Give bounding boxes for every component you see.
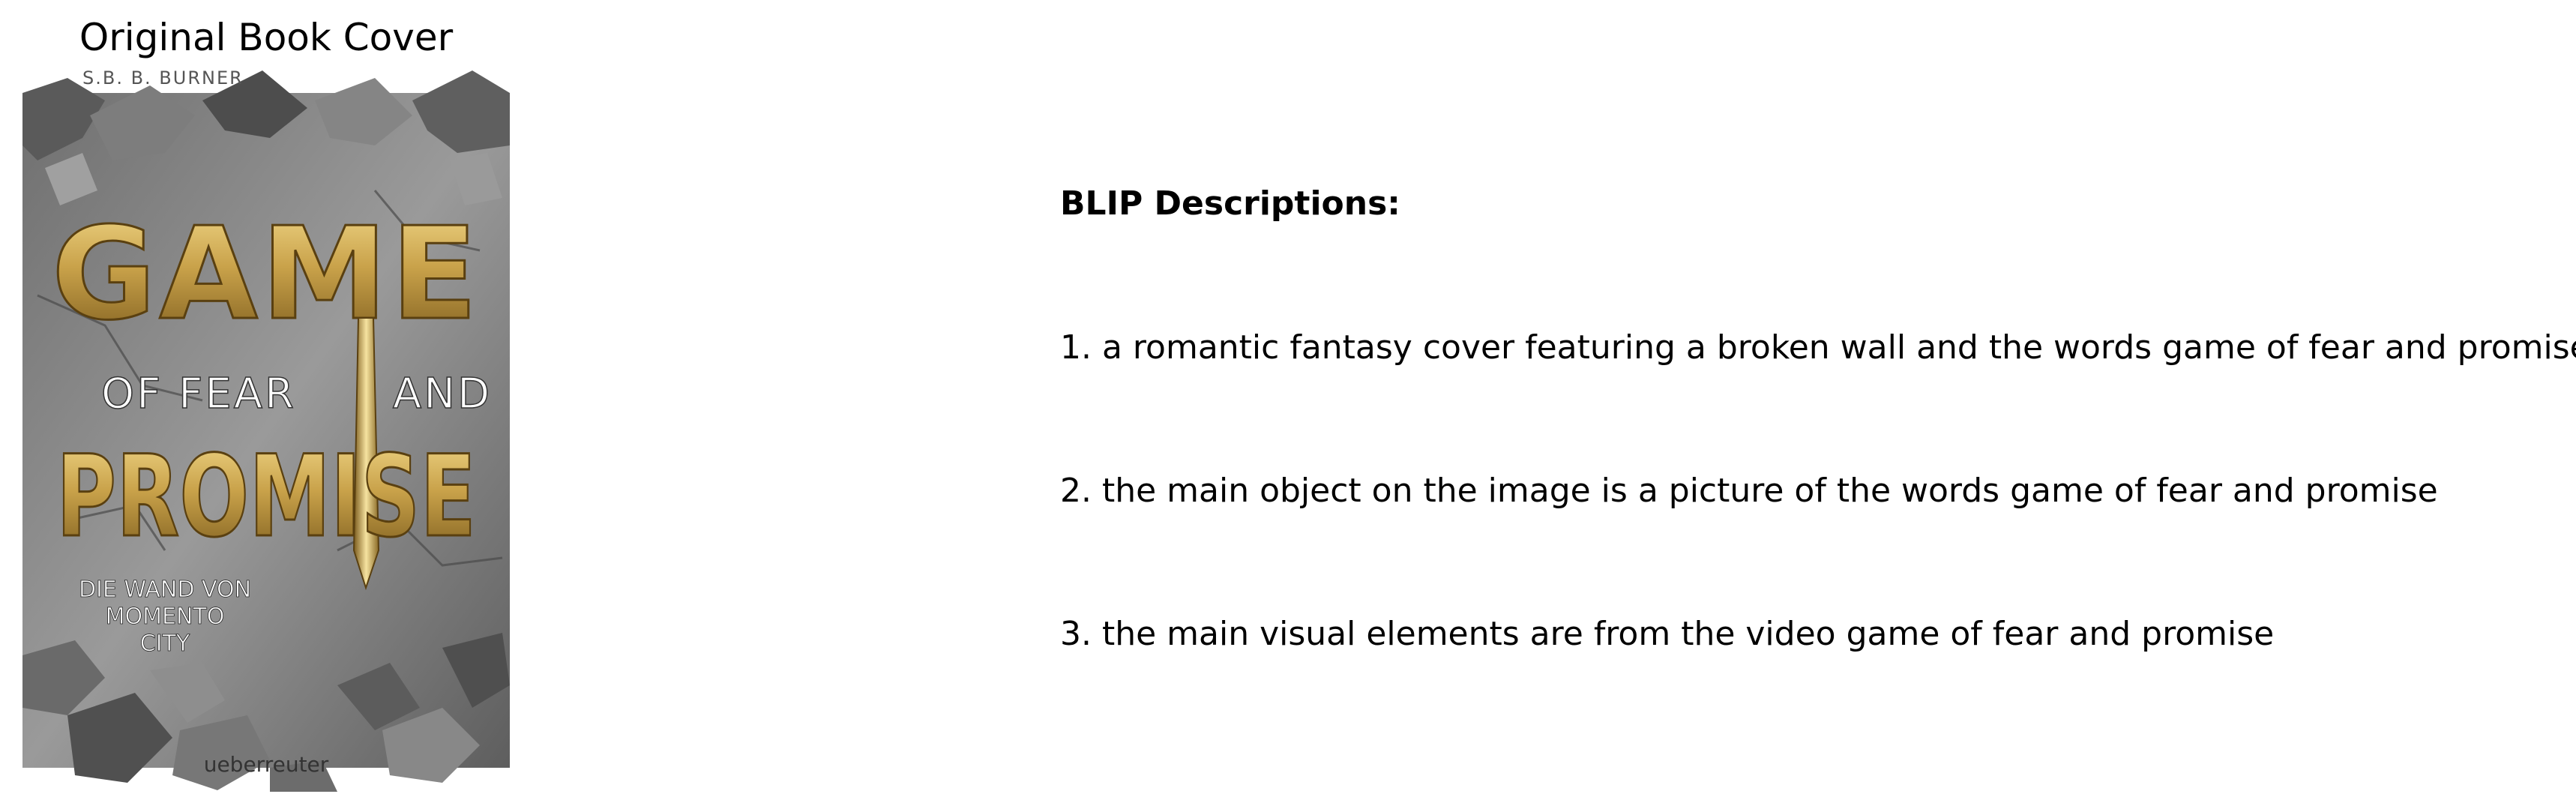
blip-description-3: 3. the main visual elements are from the…: [1060, 615, 2275, 653]
blip-descriptions-heading: BLIP Descriptions:: [1060, 184, 1400, 223]
cover-subtitle-line3: CITY: [140, 631, 190, 657]
cover-title-and: AND: [393, 370, 492, 418]
book-cover-image: S.B. B. BURNER GAME OF FEAR AND PROMISE …: [22, 70, 510, 792]
cover-subtitle-line1: DIE WAND VON: [79, 577, 251, 603]
blip-description-2: 2. the main object on the image is a pic…: [1060, 472, 2438, 510]
cover-subtitle-line2: MOMENTO: [106, 604, 225, 630]
figure-title: Original Book Cover: [79, 16, 454, 59]
cover-title-game: GAME: [52, 200, 481, 349]
cover-author: S.B. B. BURNER: [82, 70, 244, 88]
blip-description-1: 1. a romantic fantasy cover featuring a …: [1060, 328, 2576, 367]
cover-title-of-fear: OF FEAR: [101, 370, 296, 418]
cover-title-promise: PROMISE: [56, 432, 476, 562]
cover-publisher: ueberreuter: [204, 752, 329, 777]
